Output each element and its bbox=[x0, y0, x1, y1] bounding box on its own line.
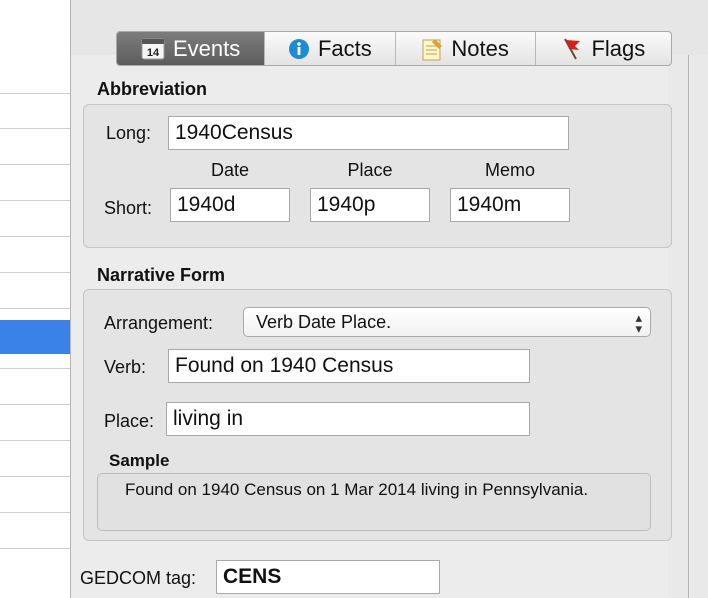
short-memo-field[interactable]: 1940m bbox=[450, 188, 570, 222]
background-selected-row bbox=[0, 320, 70, 354]
narrative-form-title: Narrative Form bbox=[97, 265, 226, 285]
tab-notes[interactable]: Notes bbox=[396, 32, 536, 65]
notepad-icon bbox=[421, 37, 443, 61]
sample-title: Sample bbox=[109, 451, 170, 470]
info-icon bbox=[288, 38, 310, 60]
arrangement-label: Arrangement: bbox=[104, 313, 214, 333]
tab-flags-label: Flags bbox=[591, 35, 646, 61]
arrangement-value: Verb Date Place. bbox=[256, 311, 392, 332]
verb-field[interactable]: Found on 1940 Census bbox=[168, 349, 530, 383]
gedcom-tag-field[interactable]: CENS bbox=[216, 560, 440, 594]
place-label: Place: bbox=[104, 411, 155, 431]
short-label: Short: bbox=[104, 198, 153, 218]
memo-column-header: Memo bbox=[484, 160, 535, 180]
long-field[interactable]: 1940Census bbox=[168, 116, 569, 150]
updown-arrows-icon: ▴ ▾ bbox=[635, 310, 642, 336]
tab-bar: 14 Events Facts Notes Flags bbox=[116, 31, 672, 66]
verb-label: Verb: bbox=[104, 357, 147, 377]
place-column-header: Place bbox=[347, 160, 393, 180]
tab-flags[interactable]: Flags bbox=[536, 32, 671, 65]
tab-notes-label: Notes bbox=[451, 35, 509, 61]
date-column-header: Date bbox=[210, 160, 250, 180]
sample-text: Found on 1940 Census on 1 Mar 2014 livin… bbox=[97, 473, 651, 531]
tab-facts[interactable]: Facts bbox=[265, 32, 396, 65]
gedcom-tag-label: GEDCOM tag: bbox=[80, 568, 197, 588]
short-place-field[interactable]: 1940p bbox=[310, 188, 430, 222]
tab-facts-label: Facts bbox=[317, 35, 372, 61]
arrangement-select[interactable]: Verb Date Place. ▴ ▾ bbox=[243, 307, 651, 337]
place-field[interactable]: living in bbox=[166, 402, 530, 436]
flag-icon bbox=[561, 37, 583, 61]
abbreviation-title: Abbreviation bbox=[97, 79, 208, 99]
calendar-icon: 14 bbox=[141, 38, 165, 60]
tab-events-label: Events bbox=[172, 35, 241, 61]
background-list bbox=[0, 0, 70, 598]
svg-text:14: 14 bbox=[147, 47, 160, 59]
divider bbox=[688, 55, 689, 598]
long-label: Long: bbox=[106, 123, 152, 143]
short-date-field[interactable]: 1940d bbox=[170, 188, 290, 222]
tab-events[interactable]: 14 Events bbox=[117, 32, 266, 65]
divider bbox=[70, 0, 71, 598]
